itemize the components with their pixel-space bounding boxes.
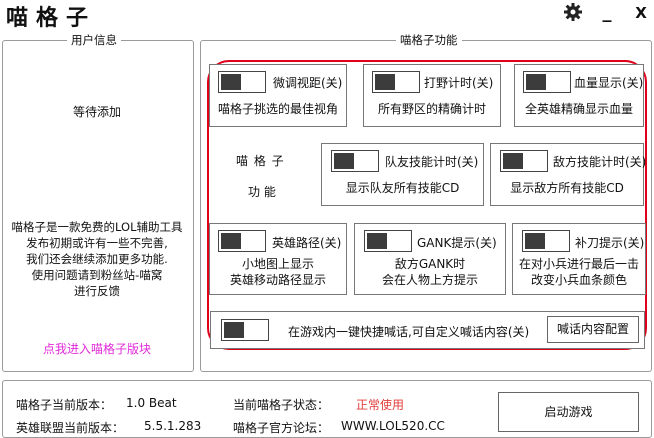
toggle-knob (367, 233, 387, 249)
side-title: 喵 格 子 (236, 154, 285, 168)
feature-card-hp: 血量显示(关) 全英雄精确显示血量 (514, 64, 644, 127)
toggle-knob (526, 74, 546, 90)
settings-gear-icon[interactable] (562, 2, 584, 24)
current-version-value: 1.0 Beat (126, 396, 177, 410)
feature-label: 敌方技能计时(关) (553, 155, 647, 169)
intro-line: 我们还会继续添加更多功能. (26, 252, 168, 266)
toggle-knob (503, 153, 523, 169)
feature-label: 微调视距(关) (273, 76, 343, 90)
feature-desc: 在对小兵进行最后一击 改变小兵血条颜色 (513, 256, 645, 288)
feature-desc-line: 小地图上显示 (241, 257, 314, 271)
features-legend: 喵格子功能 (396, 32, 462, 48)
feature-card-last-hit: 补刀提示(关) 在对小兵进行最后一击 改变小兵血条颜色 (512, 223, 646, 295)
lol-version-label: 英雄联盟当前版本： (16, 421, 125, 435)
feature-label: 补刀提示(关) (575, 236, 645, 250)
toggle-gank[interactable] (364, 230, 412, 252)
forum-link[interactable]: WWW.LOL520.CC (341, 419, 445, 433)
gear-icon (564, 3, 582, 21)
feature-label: 英雄路径(关) (272, 236, 342, 250)
toggle-knob (221, 233, 241, 249)
minimize-button[interactable]: _ (596, 2, 618, 24)
feature-desc: 显示敌方所有技能CD (510, 181, 624, 195)
toggle-knob (334, 153, 354, 169)
shout-config-button[interactable]: 喊话内容配置 (547, 316, 639, 343)
feature-card-enemy-skills: 敌方技能计时(关) 显示敌方所有技能CD (490, 143, 647, 206)
feature-card-shout: 在游戏内一键快捷喊话,可自定义喊话内容(关) 喊话内容配置 (210, 311, 645, 349)
user-info-panel (2, 40, 194, 372)
toggle-last-hit[interactable] (522, 230, 570, 252)
feature-desc-line: 敌方GANK时 (394, 257, 466, 271)
toggle-knob (221, 74, 241, 90)
feature-label: GANK提示(关) (417, 236, 497, 250)
feature-desc: 小地图上显示 英雄移动路径显示 (210, 256, 346, 288)
enter-forum-link[interactable]: 点我进入喵格子版块 (2, 340, 192, 357)
feature-desc-line: 会在人物上方提示 (381, 273, 478, 287)
current-version-label: 喵格子当前版本： (16, 398, 113, 412)
feature-desc: 敌方GANK时 会在人物上方提示 (355, 256, 505, 288)
toggle-knob (224, 322, 244, 338)
feature-label: 血量显示(关) (574, 76, 644, 90)
feature-desc: 喵格子挑选的最佳视角 (217, 102, 338, 116)
feature-desc-line: 英雄移动路径显示 (229, 273, 326, 287)
status-label: 当前喵格子状态： (233, 398, 330, 412)
toggle-enemy-skills[interactable] (500, 150, 548, 172)
toggle-knob (375, 74, 395, 90)
toggle-hp[interactable] (523, 71, 571, 93)
feature-card-ally-skills: 队友技能计时(关) 显示队友所有技能CD (321, 143, 484, 206)
intro-text: 喵格子是一款免费的LOL辅助工具 发布初期或许有一些不完善, 我们还会继续添加更… (2, 219, 192, 299)
toggle-jungle[interactable] (372, 71, 420, 93)
feature-card-camera: 微调视距(关) 喵格子挑选的最佳视角 (209, 64, 347, 127)
feature-desc-line: 改变小兵血条颜色 (530, 273, 627, 287)
feature-desc: 全英雄精确显示血量 (524, 102, 633, 116)
close-button[interactable]: X (630, 2, 652, 24)
feature-label: 队友技能计时(关) (385, 155, 479, 169)
lol-version-value: 5.5.1.283 (144, 419, 202, 433)
shout-label: 在游戏内一键快捷喊话,可自定义喊话内容(关) (288, 325, 530, 339)
toggle-shout[interactable] (221, 319, 269, 341)
toggle-ally-skills[interactable] (331, 150, 379, 172)
launch-game-button[interactable]: 启动游戏 (498, 392, 639, 432)
app-title: 喵格子 (6, 6, 97, 31)
feature-label: 打野计时(关) (424, 76, 494, 90)
forum-label: 喵格子官方论坛： (233, 421, 330, 435)
toggle-knob (525, 233, 545, 249)
toggle-camera[interactable] (218, 71, 266, 93)
status-value: 正常使用 (356, 398, 405, 412)
feature-card-jungle: 打野计时(关) 所有野区的精确计时 (363, 64, 501, 127)
intro-line: 发布初期或许有一些不完善, (26, 236, 168, 250)
intro-line: 喵格子是一款免费的LOL辅助工具 (11, 220, 183, 234)
intro-line: 使用问题请到粉丝站-喵窝 (31, 268, 163, 282)
feature-card-gank: GANK提示(关) 敌方GANK时 会在人物上方提示 (354, 223, 506, 295)
feature-desc: 显示队友所有技能CD (345, 181, 460, 195)
intro-line: 进行反馈 (74, 284, 120, 298)
waiting-text: 等待添加 (72, 105, 121, 119)
user-info-legend: 用户信息 (67, 32, 121, 48)
feature-desc: 所有野区的精确计时 (377, 102, 486, 116)
feature-card-hero-path: 英雄路径(关) 小地图上显示 英雄移动路径显示 (209, 223, 347, 295)
feature-desc-line: 在对小兵进行最后一击 (518, 257, 639, 271)
toggle-hero-path[interactable] (218, 230, 266, 252)
side-subtitle: 功 能 (248, 185, 276, 199)
